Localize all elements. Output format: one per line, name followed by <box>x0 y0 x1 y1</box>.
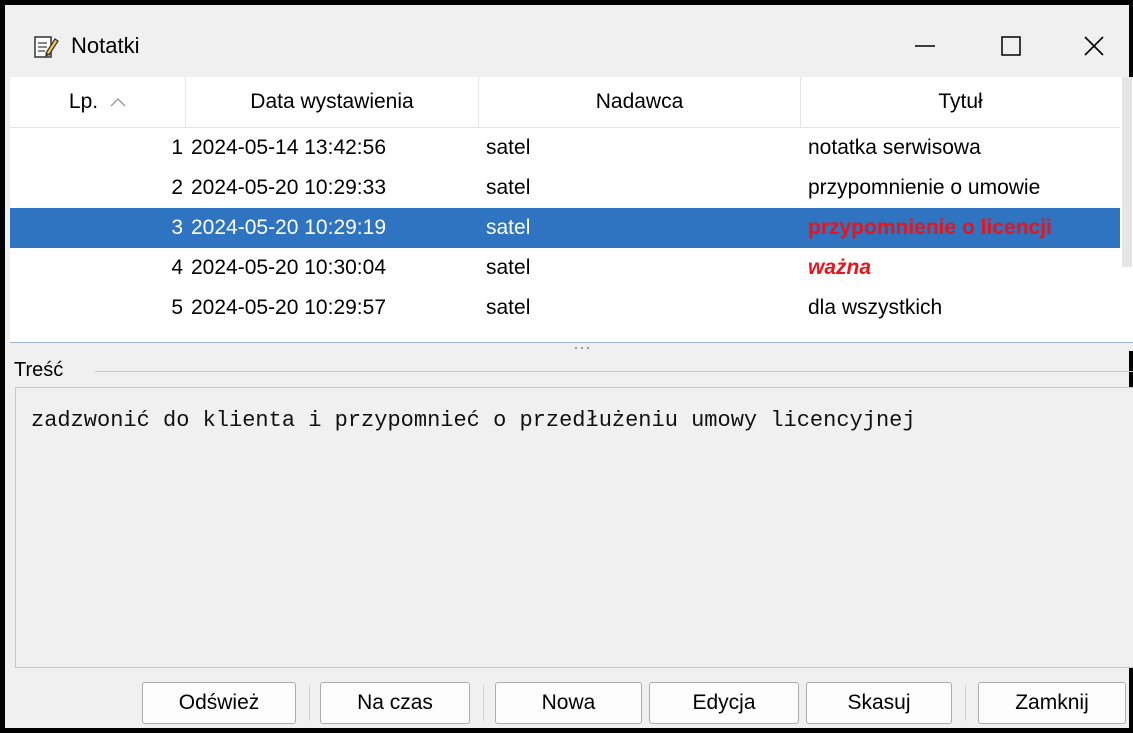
cell-lp: 3 <box>171 216 183 239</box>
button-separator <box>309 685 310 721</box>
cell-sender: satel <box>486 256 531 279</box>
minimize-button[interactable] <box>895 21 955 71</box>
maximize-button[interactable] <box>981 21 1041 71</box>
column-header-lp[interactable]: Lp. <box>10 77 186 127</box>
column-header-date[interactable]: Data wystawienia <box>186 77 479 127</box>
list-header: Lp. Data wystawienia Nadawca Tytuł <box>10 77 1120 128</box>
minimize-icon <box>915 45 935 47</box>
table-row-selected[interactable]: 3 2024-05-20 10:29:19 satel przypomnieni… <box>10 208 1120 248</box>
table-row[interactable]: 5 2024-05-20 10:29:57 satel dla wszystki… <box>10 288 1120 328</box>
title-bar[interactable]: Notatki <box>5 5 1129 82</box>
cell-sender: satel <box>486 176 531 199</box>
cell-title: ważna <box>808 256 872 279</box>
content-group-label: Treść <box>14 359 68 382</box>
column-header-lp-label: Lp. <box>68 90 99 113</box>
column-header-date-label: Data wystawienia <box>250 90 414 113</box>
cell-date: 2024-05-14 13:42:56 <box>191 136 386 159</box>
table-row[interactable]: 4 2024-05-20 10:30:04 satel ważna <box>10 248 1120 288</box>
sort-ascending-icon <box>110 98 126 107</box>
splitter-grip-icon <box>574 346 590 350</box>
cell-date: 2024-05-20 10:29:57 <box>191 296 386 319</box>
notepad-edit-icon <box>34 36 59 58</box>
cell-title: przypomnienie o licencji <box>808 216 1052 239</box>
cell-lp: 4 <box>171 256 183 279</box>
delete-button[interactable]: Skasuj <box>806 682 952 724</box>
table-row[interactable]: 2 2024-05-20 10:29:33 satel przypomnieni… <box>10 168 1120 208</box>
window-title: Notatki <box>71 33 140 58</box>
cell-title: notatka serwisowa <box>808 136 981 159</box>
on-time-button[interactable]: Na czas <box>320 682 470 724</box>
refresh-button[interactable]: Odśwież <box>142 682 296 724</box>
button-separator <box>965 685 966 721</box>
notes-window: Notatki Lp. Data wystawienia Nadawca Tyt… <box>0 0 1133 733</box>
cell-lp: 2 <box>171 176 183 199</box>
scrollbar-thumb[interactable] <box>1122 77 1132 267</box>
cell-sender: satel <box>486 136 531 159</box>
cell-date: 2024-05-20 10:29:19 <box>191 216 386 239</box>
cell-date: 2024-05-20 10:30:04 <box>191 256 386 279</box>
column-header-sender-label: Nadawca <box>595 90 684 113</box>
cell-lp: 1 <box>171 136 183 159</box>
maximize-icon <box>1001 36 1021 56</box>
column-header-sender[interactable]: Nadawca <box>479 77 801 127</box>
cell-date: 2024-05-20 10:29:33 <box>191 176 386 199</box>
cell-title: dla wszystkich <box>808 296 943 319</box>
button-separator <box>483 685 484 721</box>
cell-sender: satel <box>486 216 531 239</box>
table-row[interactable]: 1 2024-05-14 13:42:56 satel notatka serw… <box>10 128 1120 168</box>
close-window-button[interactable] <box>1064 21 1124 71</box>
list-scrollbar[interactable] <box>1120 77 1133 342</box>
edit-button[interactable]: Edycja <box>649 682 799 724</box>
cell-lp: 5 <box>171 296 183 319</box>
close-button[interactable]: Zamknij <box>978 682 1126 724</box>
note-content-text[interactable]: zadzwonić do klienta i przypomnieć o prz… <box>15 387 1133 668</box>
close-icon <box>1084 36 1104 56</box>
cell-title: przypomnienie o umowie <box>808 176 1041 199</box>
column-header-title-label: Tytuł <box>938 90 983 113</box>
new-button[interactable]: Nowa <box>495 682 642 724</box>
panel-splitter[interactable] <box>10 342 1133 351</box>
content-group-border <box>95 371 1133 372</box>
notes-list[interactable]: Lp. Data wystawienia Nadawca Tytuł 1 202… <box>10 77 1120 342</box>
column-header-title[interactable]: Tytuł <box>801 77 1120 127</box>
cell-sender: satel <box>486 296 531 319</box>
